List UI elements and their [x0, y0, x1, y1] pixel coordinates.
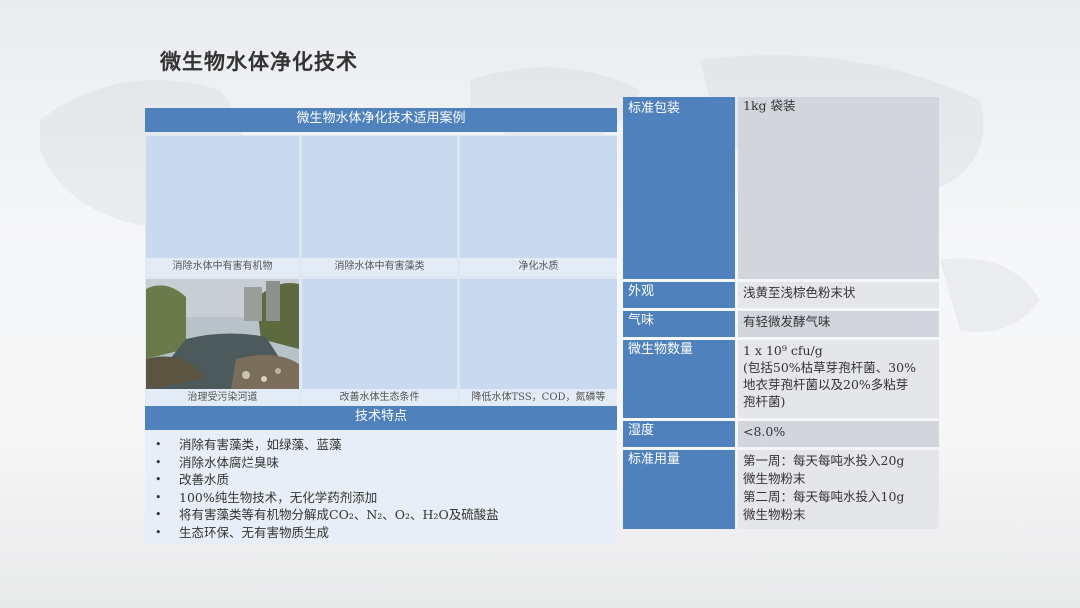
- spec-row-packaging: 标准包装 1kg 袋装: [623, 97, 939, 279]
- spec-key: 微生物数量: [623, 340, 735, 418]
- spec-row-microbe-count: 微生物数量 1 x 10⁹ cfu/g (包括50%枯草芽孢杆菌、30% 地衣芽…: [623, 340, 939, 418]
- bullet-icon: •: [155, 455, 162, 469]
- spec-value: 1kg 袋装: [738, 97, 939, 279]
- case-caption: 消除水体中有害藻类: [302, 258, 457, 276]
- spec-value: 有轻微发酵气味: [738, 311, 939, 337]
- case-caption: 改善水体生态条件: [302, 389, 457, 407]
- spec-key: 标准包装: [623, 97, 735, 279]
- case-cell: 改善水体生态条件: [302, 279, 457, 407]
- list-item: • 消除水体腐烂臭味: [155, 454, 280, 470]
- polluted-river-photo: [146, 279, 299, 389]
- bullet-icon: •: [155, 525, 162, 539]
- case-caption: 降低水体TSS，COD，氮磷等: [460, 389, 617, 407]
- case-cell: 净化水质: [460, 136, 617, 276]
- features-body: • 消除有害藻类，如绿藻、蓝藻 • 消除水体腐烂臭味 • 改善水质 • 100%纯生物技…: [145, 430, 617, 544]
- features-list: • 消除有害藻类，如绿藻、蓝藻 • 消除水体腐烂臭味 • 改善水质 • 100%纯生物技…: [145, 430, 617, 541]
- spec-key: 外观: [623, 282, 735, 308]
- spec-row-dosage: 标准用量 第一周：每天每吨水投入20g 微生物粉末 第二周：每天每吨水投入10g…: [623, 450, 939, 529]
- spec-value: 第一周：每天每吨水投入20g 微生物粉末 第二周：每天每吨水投入10g 微生物粉…: [738, 450, 939, 529]
- spec-key: 标准用量: [623, 450, 735, 529]
- list-item: • 将有害藻类等有机物分解成CO₂、N₂、O₂、H₂O及硫酸盐: [155, 507, 499, 522]
- list-item: • 改善水质: [155, 472, 230, 487]
- case-cell: 降低水体TSS，COD，氮磷等: [460, 279, 617, 407]
- spec-row-humidity: 湿度 <8.0%: [623, 421, 939, 447]
- cases-header: 微生物水体净化技术适用案例: [145, 108, 617, 132]
- list-item: • 生态环保、无有害物质生成: [155, 524, 330, 540]
- cases-panel: 微生物水体净化技术适用案例 消除水体中有害有机物 消除水体中有害藻类 净化水质: [145, 108, 617, 544]
- spec-row-appearance: 外观 浅黄至浅棕色粉末状: [623, 282, 939, 308]
- bullet-icon: •: [155, 490, 162, 504]
- case-caption: 消除水体中有害有机物: [146, 258, 299, 276]
- case-cell: 治理受污染河道: [146, 279, 299, 407]
- spec-value: 1 x 10⁹ cfu/g (包括50%枯草芽孢杆菌、30% 地衣芽孢杆菌以及2…: [738, 340, 939, 418]
- bullet-icon: •: [155, 473, 162, 486]
- spec-value: <8.0%: [738, 421, 939, 447]
- spec-value: 浅黄至浅棕色粉末状: [738, 282, 939, 308]
- case-caption: 净化水质: [460, 258, 617, 276]
- case-cell: 消除水体中有害有机物: [146, 136, 299, 276]
- spec-key: 湿度: [623, 421, 735, 447]
- list-item: • 100%纯生物技术，无化学药剂添加: [155, 489, 378, 505]
- case-caption: 治理受污染河道: [146, 389, 299, 407]
- spec-key: 气味: [623, 311, 735, 337]
- page-title: 微生物水体净化技术: [160, 50, 358, 74]
- list-item: • 消除有害藻类，如绿藻、蓝藻: [155, 437, 342, 452]
- bullet-icon: •: [155, 508, 162, 521]
- case-cell: 消除水体中有害藻类: [302, 136, 457, 276]
- spec-row-odor: 气味 有轻微发酵气味: [623, 311, 939, 337]
- bullet-icon: •: [155, 438, 162, 451]
- features-header: 技术特点: [145, 406, 617, 430]
